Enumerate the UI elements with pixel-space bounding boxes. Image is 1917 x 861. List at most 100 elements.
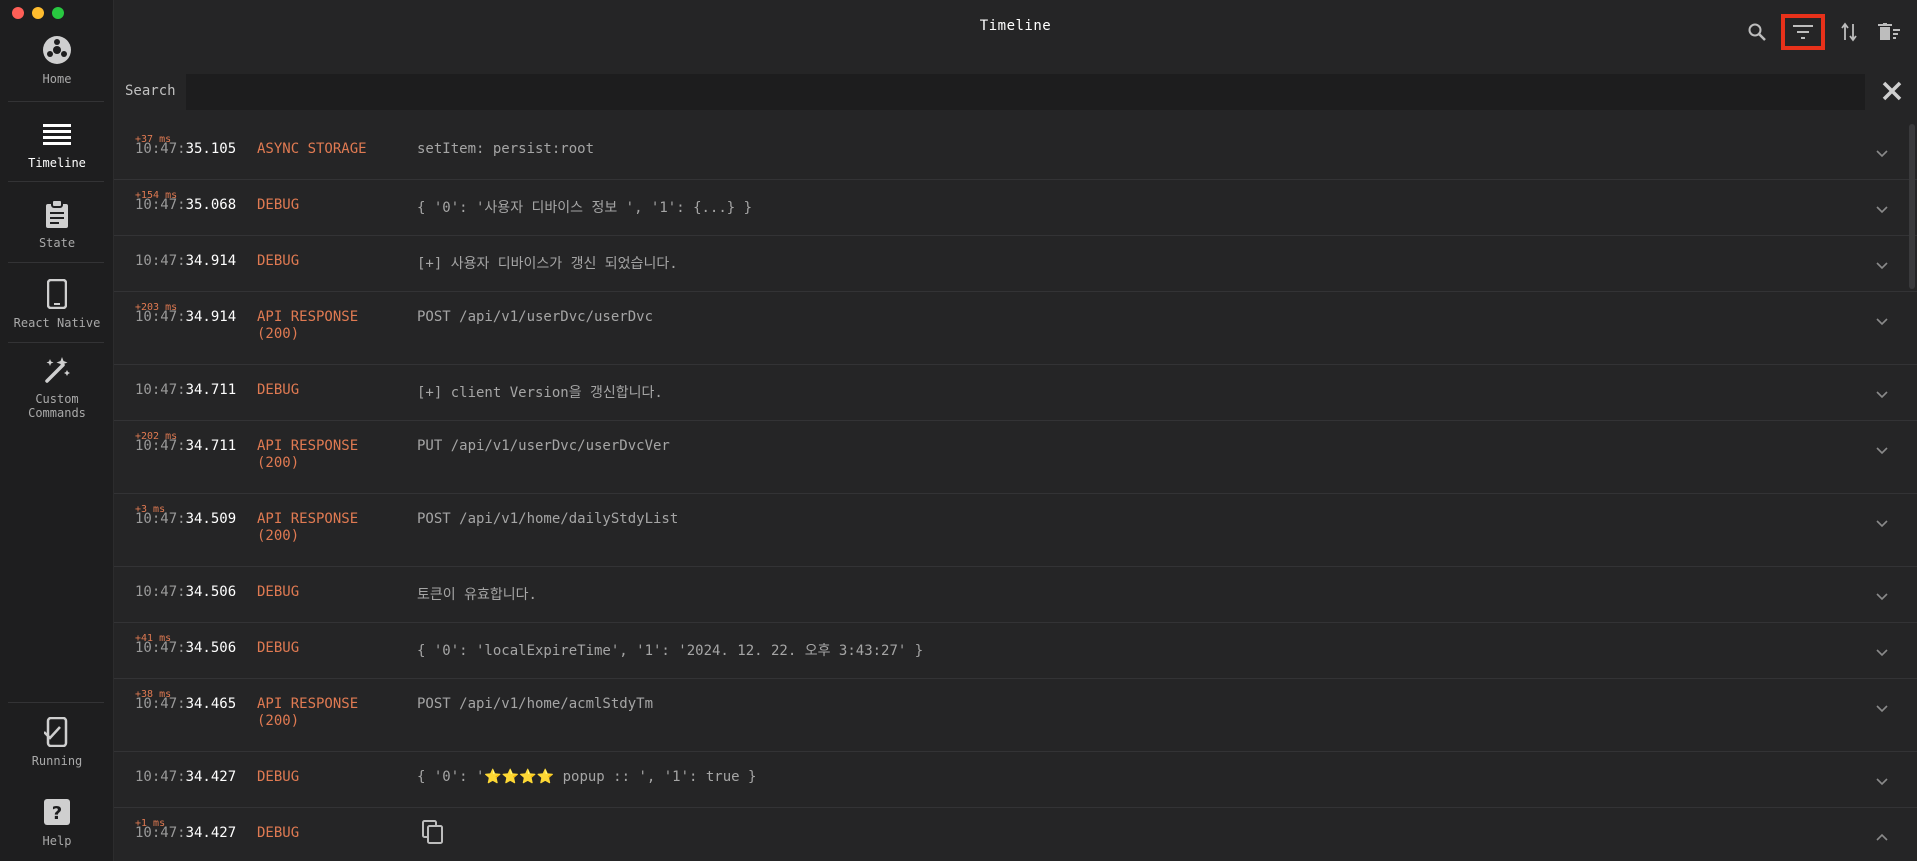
timestamp-prefix: 10:47:: [135, 309, 186, 325]
chevron-down-icon[interactable]: [1875, 771, 1889, 786]
chevron-down-icon[interactable]: [1875, 143, 1889, 158]
minimize-window-button[interactable]: [32, 7, 44, 19]
filter-button[interactable]: [1781, 14, 1825, 50]
timestamp: 10:47:35.068: [135, 197, 236, 213]
timeline-row[interactable]: +3 ms 10:47:34.509 API RESPONSE (200) POST …: [114, 494, 1917, 567]
timestamp: 10:47:34.914: [135, 309, 236, 325]
timeline-list: +37 ms 10:47:35.105 ASYNC STORAGE setItem: …: [114, 124, 1917, 861]
event-type: API RESPONSE (200): [257, 309, 359, 342]
event-message: [+] client Version을 갱신합니다.: [417, 385, 663, 401]
timestamp: 10:47:34.711: [135, 438, 236, 454]
event-type: DEBUG: [257, 640, 300, 656]
sidebar-item-label: Custom Commands: [28, 392, 86, 420]
chevron-down-icon[interactable]: [1875, 586, 1889, 601]
event-type: DEBUG: [257, 197, 300, 213]
timestamp-seconds: 35.105: [185, 141, 237, 157]
chevron-down-icon[interactable]: [1875, 384, 1889, 399]
chevron-down-icon[interactable]: [1875, 698, 1889, 713]
event-type: DEBUG: [257, 253, 300, 269]
timestamp: 10:47:35.105: [135, 141, 236, 157]
timestamp-prefix: 10:47:: [135, 511, 186, 527]
clear-icon: [1878, 23, 1900, 40]
sidebar-divider: [8, 262, 104, 263]
timestamp-seconds: 34.711: [185, 438, 237, 454]
sidebar-divider: [8, 181, 104, 182]
zoom-window-button[interactable]: [52, 7, 64, 19]
sidebar-item-running[interactable]: Running: [0, 716, 114, 768]
chevron-down-icon[interactable]: [1875, 255, 1889, 270]
close-window-button[interactable]: [12, 7, 24, 19]
timestamp: 10:47:34.506: [135, 584, 236, 600]
header-actions: [1741, 14, 1905, 50]
svg-text:?: ?: [52, 803, 62, 824]
search-label: Search: [125, 83, 176, 99]
event-message: POST /api/v1/userDvc/userDvc: [417, 309, 654, 325]
timeline-row[interactable]: 10:47:34.914 DEBUG [+] 사용자 디바이스가 갱신 되었습니다.: [114, 236, 1917, 292]
timestamp-prefix: 10:47:: [135, 438, 186, 454]
chevron-down-icon[interactable]: [1875, 199, 1889, 214]
copy-icon[interactable]: [422, 820, 444, 848]
search-icon: [1748, 23, 1766, 41]
timeline-row[interactable]: +38 ms 10:47:34.465 API RESPONSE (200) POST…: [114, 679, 1917, 752]
sidebar-item-label: Help: [42, 834, 72, 848]
timestamp-prefix: 10:47:: [135, 584, 186, 600]
timestamp-seconds: 34.711: [185, 382, 237, 398]
search-button[interactable]: [1741, 19, 1773, 45]
sidebar-item-help[interactable]: ? Help: [0, 796, 114, 848]
timestamp-prefix: 10:47:: [135, 640, 186, 656]
timeline-row[interactable]: +41 ms 10:47:34.506 DEBUG{ '0': 'localExpi…: [114, 623, 1917, 679]
sidebar-item-label: React Native: [13, 316, 101, 330]
timestamp-seconds: 34.427: [185, 825, 237, 841]
phone-icon: [41, 278, 73, 310]
timestamp: 10:47:34.506: [135, 640, 236, 656]
timeline-row[interactable]: +37 ms 10:47:35.105 ASYNC STORAGE setItem: …: [114, 124, 1917, 180]
chevron-down-icon[interactable]: [1875, 513, 1889, 528]
timestamp-prefix: 10:47:: [135, 696, 186, 712]
event-message: POST /api/v1/home/acmlStdyTm: [417, 696, 654, 712]
event-message: [+] 사용자 디바이스가 갱신 되었습니다.: [417, 256, 678, 272]
header: Timeline: [114, 0, 1917, 58]
sidebar-divider: [8, 101, 104, 102]
timestamp-seconds: 34.914: [185, 253, 237, 269]
event-message: { '0': 'localExpireTime', '1': '2024. 12…: [417, 643, 924, 659]
sidebar-item-state[interactable]: State: [0, 198, 114, 250]
timeline-row[interactable]: +1 ms 10:47:34.427 DEBUG: [114, 808, 1917, 861]
sidebar-item-timeline[interactable]: Timeline: [0, 118, 114, 170]
sidebar-item-react-native[interactable]: React Native: [0, 278, 114, 330]
timeline-row[interactable]: +154 ms 10:47:35.068 DEBUG{ '0': '사용자 디바이스…: [114, 180, 1917, 236]
event-type: API RESPONSE (200): [257, 511, 359, 544]
chevron-down-icon[interactable]: [1875, 642, 1889, 657]
clear-search-button[interactable]: [1881, 80, 1903, 102]
search-input[interactable]: [186, 74, 1865, 110]
chevron-down-icon[interactable]: [1875, 440, 1889, 455]
timestamp: 10:47:34.427: [135, 769, 236, 785]
sort-icon: [1841, 22, 1857, 42]
close-icon: [1882, 81, 1902, 101]
sidebar-divider: [8, 702, 104, 703]
chevron-up-icon[interactable]: [1875, 827, 1889, 841]
filter-icon: [1793, 25, 1813, 39]
sidebar-item-home[interactable]: Home: [0, 34, 114, 86]
event-message: { '0': '사용자 디바이스 정보 ', '1': {...} }: [417, 200, 753, 216]
timeline-row[interactable]: +203 ms 10:47:34.914 API RESPONSE (200) POS…: [114, 292, 1917, 365]
timestamp: 10:47:34.509: [135, 511, 236, 527]
timeline-row[interactable]: 10:47:34.506 DEBUG 토큰이 유효합니다.: [114, 567, 1917, 623]
clipboard-icon: [41, 198, 73, 230]
timeline-row[interactable]: 10:47:34.711 DEBUG [+] client Version을 갱신합…: [114, 365, 1917, 421]
event-type: ASYNC STORAGE: [257, 141, 367, 157]
timestamp-seconds: 34.465: [185, 696, 237, 712]
scrollbar[interactable]: [1909, 124, 1915, 289]
event-type: DEBUG: [257, 769, 300, 785]
sidebar-item-custom-commands[interactable]: Custom Commands: [0, 354, 114, 420]
search-bar: Search: [114, 70, 1917, 112]
event-type: API RESPONSE (200): [257, 438, 359, 471]
timestamp-prefix: 10:47:: [135, 253, 186, 269]
phone-check-icon: [41, 716, 73, 748]
timestamp: 10:47:34.465: [135, 696, 236, 712]
timeline-row[interactable]: 10:47:34.427 DEBUG { '0': '⭐⭐⭐⭐ popup :: '…: [114, 752, 1917, 808]
timestamp: 10:47:34.711: [135, 382, 236, 398]
sort-button[interactable]: [1833, 19, 1865, 45]
chevron-down-icon[interactable]: [1875, 311, 1889, 326]
clear-button[interactable]: [1873, 19, 1905, 45]
timeline-row[interactable]: +202 ms 10:47:34.711 API RESPONSE (200) PUT…: [114, 421, 1917, 494]
